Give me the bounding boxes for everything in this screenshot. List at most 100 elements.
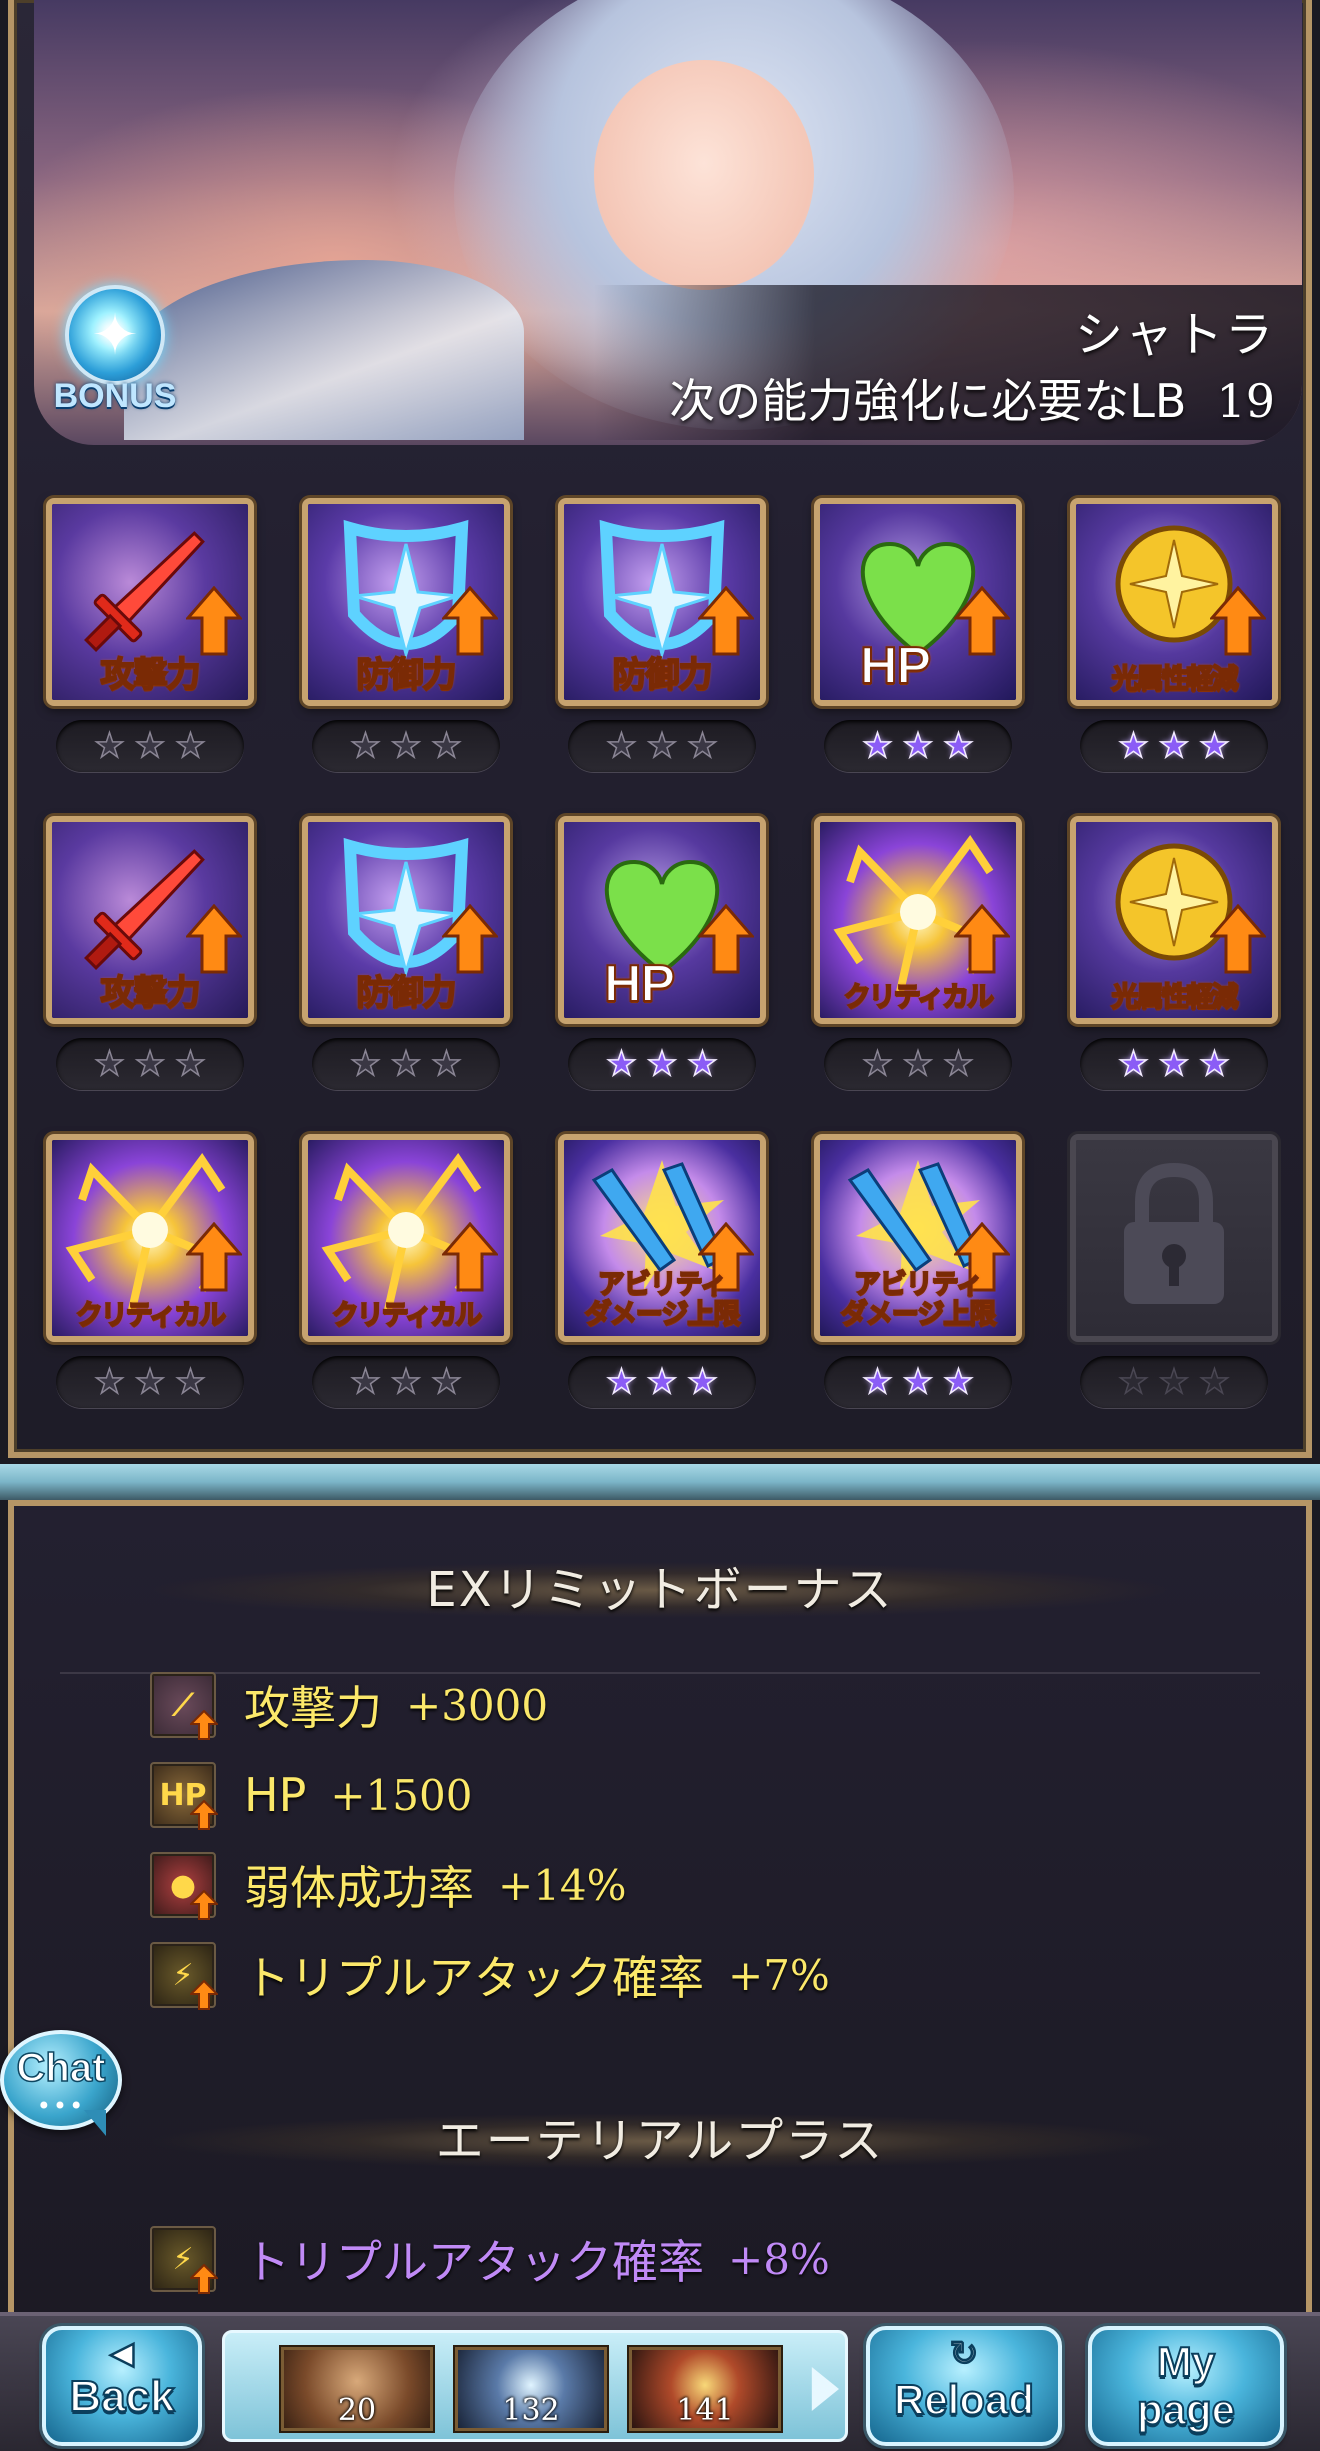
bonus-tile[interactable]: アビリティ ダメージ上限 [558, 1134, 766, 1342]
star-icon: ★ [430, 725, 462, 767]
grid-cell[interactable]: 光属性軽減 ★ ★ ★ [1070, 816, 1278, 1106]
mypage-button[interactable]: My page [1088, 2326, 1284, 2446]
up-arrow-icon [190, 1890, 218, 1920]
bonus-tile[interactable]: 防御力 [302, 816, 510, 1024]
grid-cell[interactable]: クリティカル ★ ★ ★ [46, 1134, 254, 1424]
grid-cell[interactable]: アビリティ ダメージ上限 ★ ★ ★ [558, 1134, 766, 1424]
star-icon: ★ [1118, 1361, 1150, 1403]
up-arrow-icon [190, 1710, 218, 1740]
character-face [594, 60, 814, 290]
bonus-tile[interactable]: 防御力 [302, 498, 510, 706]
item-slot-3[interactable]: 141 [629, 2347, 781, 2431]
tile-label: 防御力 [356, 654, 458, 696]
star-icon: ★ [1158, 725, 1190, 767]
up-arrow-icon [954, 904, 1010, 974]
bonus-tile[interactable] [1070, 1134, 1278, 1342]
up-arrow-icon [442, 1222, 498, 1292]
grid-cell[interactable]: クリティカル ★ ★ ★ [814, 816, 1022, 1106]
star-icon: ★ [862, 1361, 894, 1403]
star-icon: ★ [1198, 725, 1230, 767]
bonus-tile[interactable]: HP [558, 816, 766, 1024]
star-icon: ★ [430, 1043, 462, 1085]
bonus-tile[interactable]: アビリティ ダメージ上限 [814, 1134, 1022, 1342]
grid-cell[interactable]: HP ★ ★ ★ [558, 816, 766, 1106]
next-lb-requirement: 次の能力強化に必要なLB 19 [669, 365, 1275, 431]
tile-label-line2: ダメージ上限 [840, 1299, 998, 1331]
star-icon: ★ [1158, 1043, 1190, 1085]
star-rating: ★ ★ ★ [312, 1038, 500, 1090]
star-icon: ★ [606, 725, 638, 767]
up-arrow-icon [190, 2264, 218, 2294]
back-button[interactable]: ◀ Back [42, 2326, 202, 2446]
bonus-name: HP [244, 1768, 307, 1822]
up-arrow-icon [186, 904, 242, 974]
tile-label: クリティカル [331, 1299, 483, 1332]
star-icon: ★ [174, 1043, 206, 1085]
tile-label: クリティカル [75, 1299, 227, 1332]
bonus-badge[interactable]: BONUS [50, 285, 180, 415]
bonus-tile[interactable]: 攻撃力 [46, 816, 254, 1024]
item-count: 132 [502, 2393, 560, 2428]
bonus-tile[interactable]: 防御力 [558, 498, 766, 706]
star-icon: ★ [606, 1361, 638, 1403]
grid-cell[interactable]: 光属性軽減 ★ ★ ★ [1070, 498, 1278, 788]
star-icon: ★ [94, 1043, 126, 1085]
grid-cell[interactable]: 防御力 ★ ★ ★ [558, 498, 766, 788]
star-rating: ★ ★ ★ [568, 1038, 756, 1090]
up-arrow-icon [1210, 586, 1266, 656]
star-rating: ★ ★ ★ [824, 720, 1012, 772]
bonus-tile[interactable]: クリティカル [46, 1134, 254, 1342]
star-rating: ★ ★ ★ [56, 1038, 244, 1090]
star-rating: ★ ★ ★ [56, 720, 244, 772]
star-icon: ★ [174, 725, 206, 767]
bonus-row: ⚡ トリプルアタック確率 +8% [150, 2224, 830, 2294]
grid-cell[interactable]: 防御力 ★ ★ ★ [302, 498, 510, 788]
grid-cell[interactable]: アビリティ ダメージ上限 ★ ★ ★ [814, 1134, 1022, 1424]
up-arrow-icon [954, 586, 1010, 656]
star-icon: ★ [350, 725, 382, 767]
bonus-tile[interactable]: 光属性軽減 [1070, 816, 1278, 1024]
tile-label: HP [603, 954, 676, 1014]
bonus-value: +3000 [406, 1680, 549, 1730]
up-arrow-icon [698, 586, 754, 656]
tile-label: アビリティ ダメージ上限 [820, 1269, 1016, 1331]
mypage-label-line2: page [1136, 2385, 1236, 2434]
bonus-tile[interactable]: 光属性軽減 [1070, 498, 1278, 706]
grid-cell[interactable]: クリティカル ★ ★ ★ [302, 1134, 510, 1424]
grid-cell[interactable]: ★ ★ ★ [1070, 1134, 1278, 1424]
bonus-name: トリプルアタック確率 [244, 2235, 704, 2289]
back-label: Back [68, 2371, 175, 2422]
star-icon: ★ [942, 725, 974, 767]
tray-next-arrow-icon[interactable] [811, 2367, 839, 2411]
bonus-tile[interactable]: HP [814, 498, 1022, 706]
grid-cell[interactable]: 攻撃力 ★ ★ ★ [46, 498, 254, 788]
panel-divider [0, 1464, 1320, 1500]
chat-button[interactable]: Chat ••• [0, 2030, 126, 2142]
item-slot-1[interactable]: 20 [281, 2347, 433, 2431]
star-rating: ★ ★ ★ [824, 1038, 1012, 1090]
triple-attack-icon: ⚡ [150, 1942, 218, 2010]
tile-label-line1: アビリティ [597, 1269, 728, 1301]
character-name: シャトラ [1074, 307, 1275, 363]
star-icon: ★ [350, 1043, 382, 1085]
bonus-badge-label: BONUS [53, 377, 177, 415]
item-slot-2[interactable]: 132 [455, 2347, 607, 2431]
bonus-tile[interactable]: 攻撃力 [46, 498, 254, 706]
star-icon: ★ [606, 1043, 638, 1085]
grid-cell[interactable]: HP ★ ★ ★ [814, 498, 1022, 788]
bonus-value: +8% [728, 2234, 830, 2284]
reload-button[interactable]: ↻ Reload [866, 2326, 1062, 2446]
star-icon: ★ [430, 1361, 462, 1403]
star-icon: ★ [350, 1361, 382, 1403]
bonus-tile[interactable]: クリティカル [814, 816, 1022, 1024]
up-arrow-icon [186, 1222, 242, 1292]
grid-cell[interactable]: 攻撃力 ★ ★ ★ [46, 816, 254, 1106]
grid-cell[interactable]: 防御力 ★ ★ ★ [302, 816, 510, 1106]
bonus-name: 攻撃力 [244, 1681, 382, 1735]
tile-label: HP [859, 636, 932, 696]
star-icon: ★ [134, 1043, 166, 1085]
footer-nav: ◀ Back 20 132 141 ↻ Reload My page [0, 2312, 1320, 2451]
star-rating: ★ ★ ★ [824, 1356, 1012, 1408]
tile-label: 攻撃力 [100, 972, 202, 1014]
bonus-tile[interactable]: クリティカル [302, 1134, 510, 1342]
